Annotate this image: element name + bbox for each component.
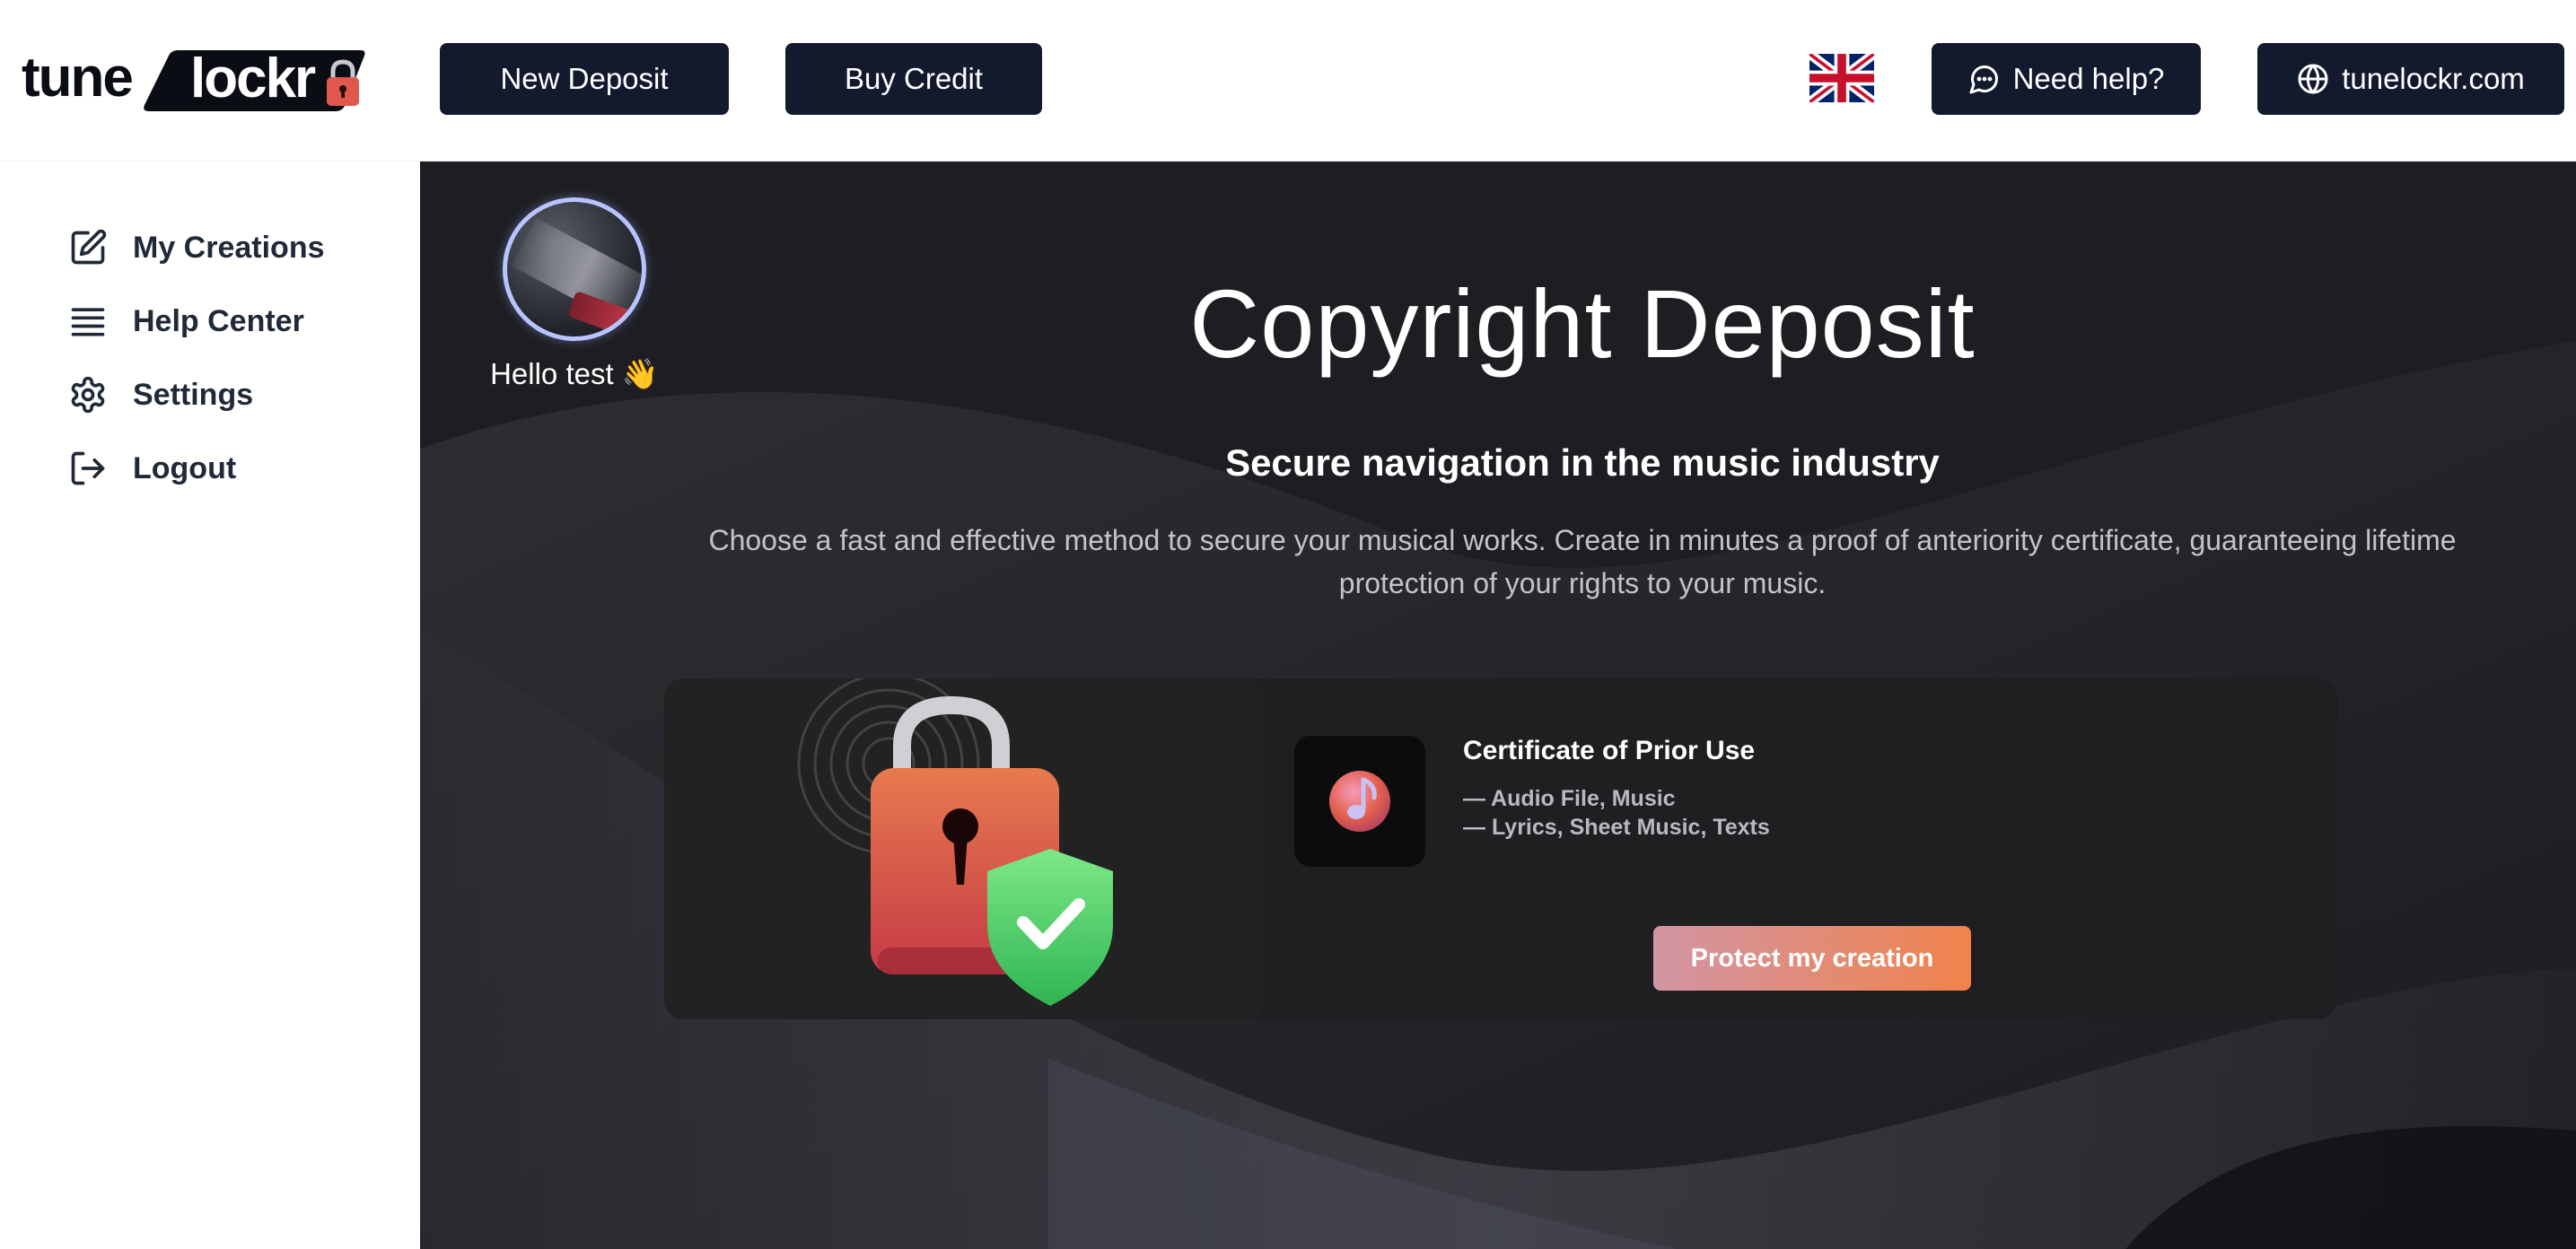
globe-icon	[2298, 64, 2328, 94]
page-description: Choose a fast and effective method to se…	[708, 524, 2457, 599]
need-help-button[interactable]: Need help?	[1932, 43, 2201, 115]
padlock-icon	[327, 59, 359, 106]
uk-flag-icon[interactable]	[1809, 54, 1874, 102]
website-link-button[interactable]: tunelockr.com	[2257, 43, 2564, 115]
protect-button-label: Protect my creation	[1690, 943, 1934, 973]
music-note-icon	[1294, 736, 1425, 867]
top-header: tune lockr New Deposit Buy Credit Need h…	[0, 0, 2576, 162]
buy-credit-label: Buy Credit	[844, 62, 984, 95]
new-deposit-button[interactable]: New Deposit	[440, 43, 729, 115]
chat-bubble-icon	[1969, 65, 1998, 94]
main-content: Hello test 👋 Copyright Deposit Secure na…	[420, 162, 2576, 1249]
page-subtitle: Secure navigation in the music industry	[1225, 441, 1940, 484]
website-label: tunelockr.com	[2342, 62, 2525, 95]
card-feature-line: — Lyrics, Sheet Music, Texts	[1463, 815, 1770, 840]
sidebar-item-logout[interactable]: Logout	[68, 441, 236, 495]
card-illustration-panel	[664, 678, 1264, 1019]
sidebar-item-settings[interactable]: Settings	[68, 368, 253, 422]
need-help-label: Need help?	[2012, 62, 2165, 95]
logo-text-tune: tune	[22, 47, 134, 109]
certificate-card: Certificate of Prior Use — Audio File, M…	[664, 678, 2337, 1019]
new-deposit-label: New Deposit	[500, 62, 669, 95]
padlock-shield-illustration	[797, 678, 1113, 1006]
sidebar-item-my-creations[interactable]: My Creations	[68, 221, 325, 275]
logout-icon	[71, 451, 105, 485]
card-title: Certificate of Prior Use	[1463, 736, 1756, 765]
page-title: Copyright Deposit	[1189, 269, 1976, 378]
sidebar-item-help-center[interactable]: Help Center	[68, 294, 304, 348]
tunelockr-logo[interactable]: tune lockr	[22, 45, 367, 115]
sidebar: My Creations Help Center Settings Logout	[0, 162, 420, 1249]
sidebar-item-label: Logout	[133, 450, 237, 485]
card-feature-line: — Audio File, Music	[1463, 786, 1676, 811]
sidebar-item-label: My Creations	[133, 230, 325, 265]
edit-icon	[71, 229, 107, 265]
sidebar-item-label: Help Center	[133, 303, 304, 338]
buy-credit-button[interactable]: Buy Credit	[785, 43, 1042, 115]
list-icon	[71, 308, 105, 336]
gear-icon	[71, 376, 105, 414]
protect-my-creation-button[interactable]: Protect my creation	[1653, 926, 1971, 991]
sidebar-item-label: Settings	[133, 377, 254, 412]
logo-text-lockr: lockr	[190, 48, 316, 109]
